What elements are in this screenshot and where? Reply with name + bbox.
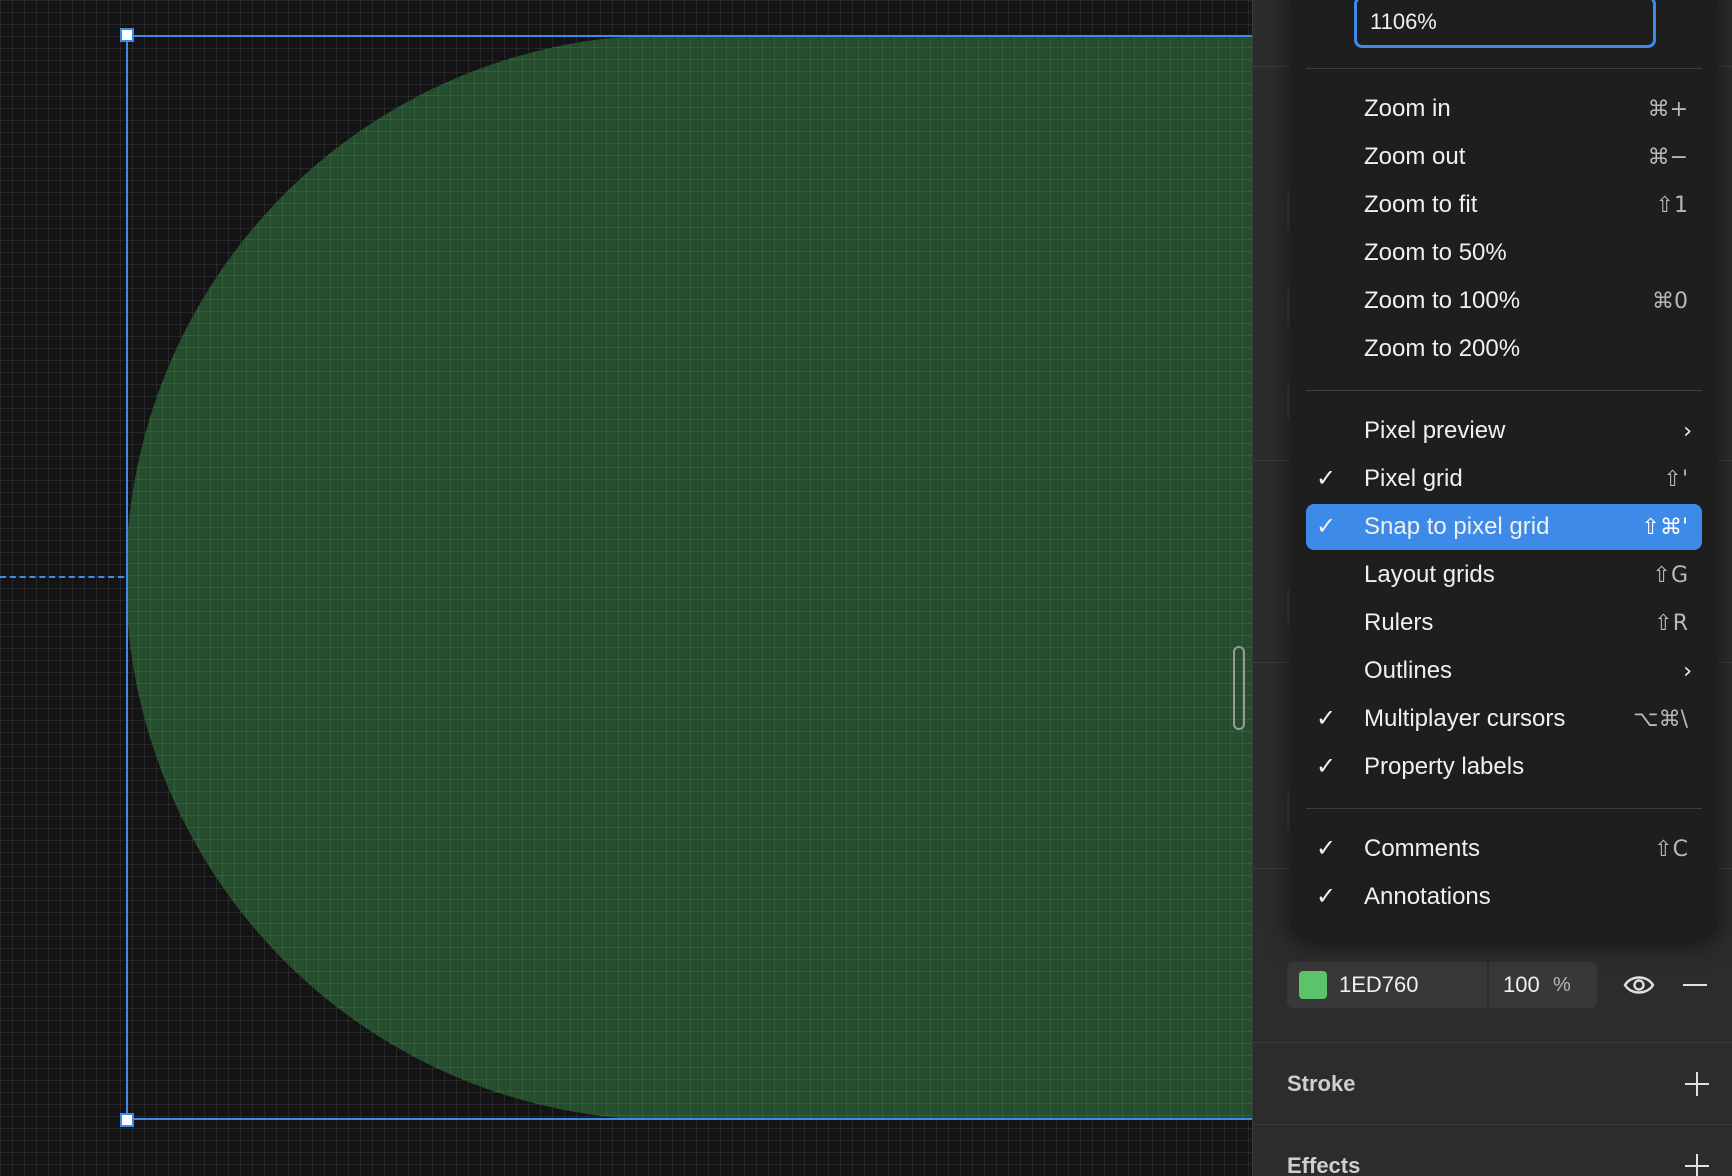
menu-item-label: Pixel grid <box>1364 465 1463 492</box>
menu-item-label: Zoom to 50% <box>1364 239 1507 266</box>
eye-icon[interactable] <box>1623 970 1655 1000</box>
menu-item-shortcut: ⌘+ <box>1647 96 1688 122</box>
menu-item-zoom-to-fit[interactable]: Zoom to fit ⇧1 <box>1306 182 1702 228</box>
checkmark-icon: ✓ <box>1316 883 1337 910</box>
menu-item-zoom-in[interactable]: Zoom in ⌘+ <box>1306 86 1702 132</box>
panel-divider <box>1253 1124 1732 1125</box>
menu-item-label: Pixel preview <box>1364 417 1506 444</box>
menu-item-pixel-preview[interactable]: Pixel preview › <box>1306 408 1702 454</box>
menu-item-label: Annotations <box>1364 883 1491 910</box>
menu-item-shortcut: ⇧C <box>1654 836 1688 862</box>
design-canvas[interactable] <box>0 0 1252 1176</box>
remove-fill-icon[interactable] <box>1683 984 1707 986</box>
stroke-section-title: Stroke <box>1287 1071 1356 1096</box>
menu-item-label: Rulers <box>1364 609 1434 636</box>
effects-section-title: Effects <box>1287 1153 1361 1176</box>
checkmark-icon: ✓ <box>1316 465 1337 492</box>
menu-item-property-labels[interactable]: ✓ Property labels <box>1306 744 1702 790</box>
menu-separator <box>1306 808 1702 809</box>
menu-item-label: Multiplayer cursors <box>1364 705 1566 732</box>
zoom-input-value[interactable]: 1106% <box>1370 9 1437 35</box>
panel-divider <box>1253 1042 1732 1043</box>
add-effect-icon[interactable] <box>1685 1154 1709 1176</box>
menu-item-snap-to-pixel-grid[interactable]: ✓ Snap to pixel grid ⇧⌘' <box>1306 504 1702 550</box>
menu-item-multiplayer-cursors[interactable]: ✓ Multiplayer cursors ⌥⌘\ <box>1306 696 1702 742</box>
checkmark-icon: ✓ <box>1316 705 1337 732</box>
chevron-right-icon: › <box>1683 658 1692 684</box>
add-stroke-icon[interactable] <box>1685 1072 1709 1096</box>
menu-item-shortcut: ⇧G <box>1652 562 1688 588</box>
menu-item-shortcut: ⌥⌘\ <box>1633 706 1688 732</box>
menu-item-label: Zoom out <box>1364 143 1466 170</box>
chevron-right-icon: › <box>1683 418 1692 444</box>
fill-percent-sign: % <box>1553 973 1571 996</box>
menu-separator <box>1306 68 1702 69</box>
menu-item-shortcut: ⇧R <box>1654 610 1688 636</box>
menu-item-rulers[interactable]: Rulers ⇧R <box>1306 600 1702 646</box>
menu-item-shortcut: ⇧1 <box>1655 192 1688 218</box>
fill-swatch[interactable] <box>1299 971 1327 999</box>
menu-item-outlines[interactable]: Outlines › <box>1306 648 1702 694</box>
zoom-input[interactable]: 1106% <box>1354 0 1656 48</box>
checkmark-icon: ✓ <box>1316 753 1337 780</box>
menu-item-label: Zoom to 200% <box>1364 335 1521 362</box>
menu-item-layout-grids[interactable]: Layout grids ⇧G <box>1306 552 1702 598</box>
canvas-scrollbar[interactable] <box>1233 646 1245 730</box>
menu-item-zoom-to-200[interactable]: Zoom to 200% <box>1306 326 1702 372</box>
menu-item-label: Zoom to 100% <box>1364 287 1521 314</box>
menu-item-zoom-to-50[interactable]: Zoom to 50% <box>1306 230 1702 276</box>
selected-shape[interactable] <box>126 35 1252 1120</box>
resize-handle-bottom-left[interactable] <box>120 1113 134 1127</box>
menu-item-label: Comments <box>1364 835 1481 862</box>
fill-color-field[interactable]: 1ED760 100 % <box>1287 962 1597 1008</box>
menu-item-label: Outlines <box>1364 657 1453 684</box>
fill-row: 1ED760 100 % <box>1287 962 1713 1008</box>
menu-item-shortcut: ⇧⌘' <box>1641 514 1688 540</box>
zoom-view-menu: 1106% Zoom in ⌘+ Zoom out ⌘− Zoom to fit ⇧1 Zo… <box>1290 0 1718 938</box>
menu-separator <box>1306 390 1702 391</box>
menu-item-label: Layout grids <box>1364 561 1495 588</box>
checkmark-icon: ✓ <box>1316 835 1337 862</box>
menu-item-shortcut: ⇧' <box>1663 466 1688 492</box>
menu-item-pixel-grid[interactable]: ✓ Pixel grid ⇧' <box>1306 456 1702 502</box>
menu-item-comments[interactable]: ✓ Comments ⇧C <box>1306 826 1702 872</box>
menu-item-label: Zoom in <box>1364 95 1451 122</box>
checkmark-icon: ✓ <box>1316 513 1337 540</box>
menu-item-shortcut: ⌘0 <box>1652 288 1688 314</box>
resize-handle-top-left[interactable] <box>120 28 134 42</box>
alignment-guide <box>0 576 124 578</box>
menu-item-annotations[interactable]: ✓ Annotations <box>1306 874 1702 920</box>
fill-opacity-value[interactable]: 100 <box>1503 972 1553 998</box>
menu-item-label: Snap to pixel grid <box>1364 513 1550 540</box>
menu-item-shortcut: ⌘− <box>1647 144 1688 170</box>
fill-field-separator <box>1487 962 1489 1008</box>
fill-hex-value[interactable]: 1ED760 <box>1339 972 1487 998</box>
menu-item-zoom-to-100[interactable]: Zoom to 100% ⌘0 <box>1306 278 1702 324</box>
menu-item-label: Property labels <box>1364 753 1525 780</box>
menu-item-label: Zoom to fit <box>1364 191 1478 218</box>
menu-item-zoom-out[interactable]: Zoom out ⌘− <box>1306 134 1702 180</box>
